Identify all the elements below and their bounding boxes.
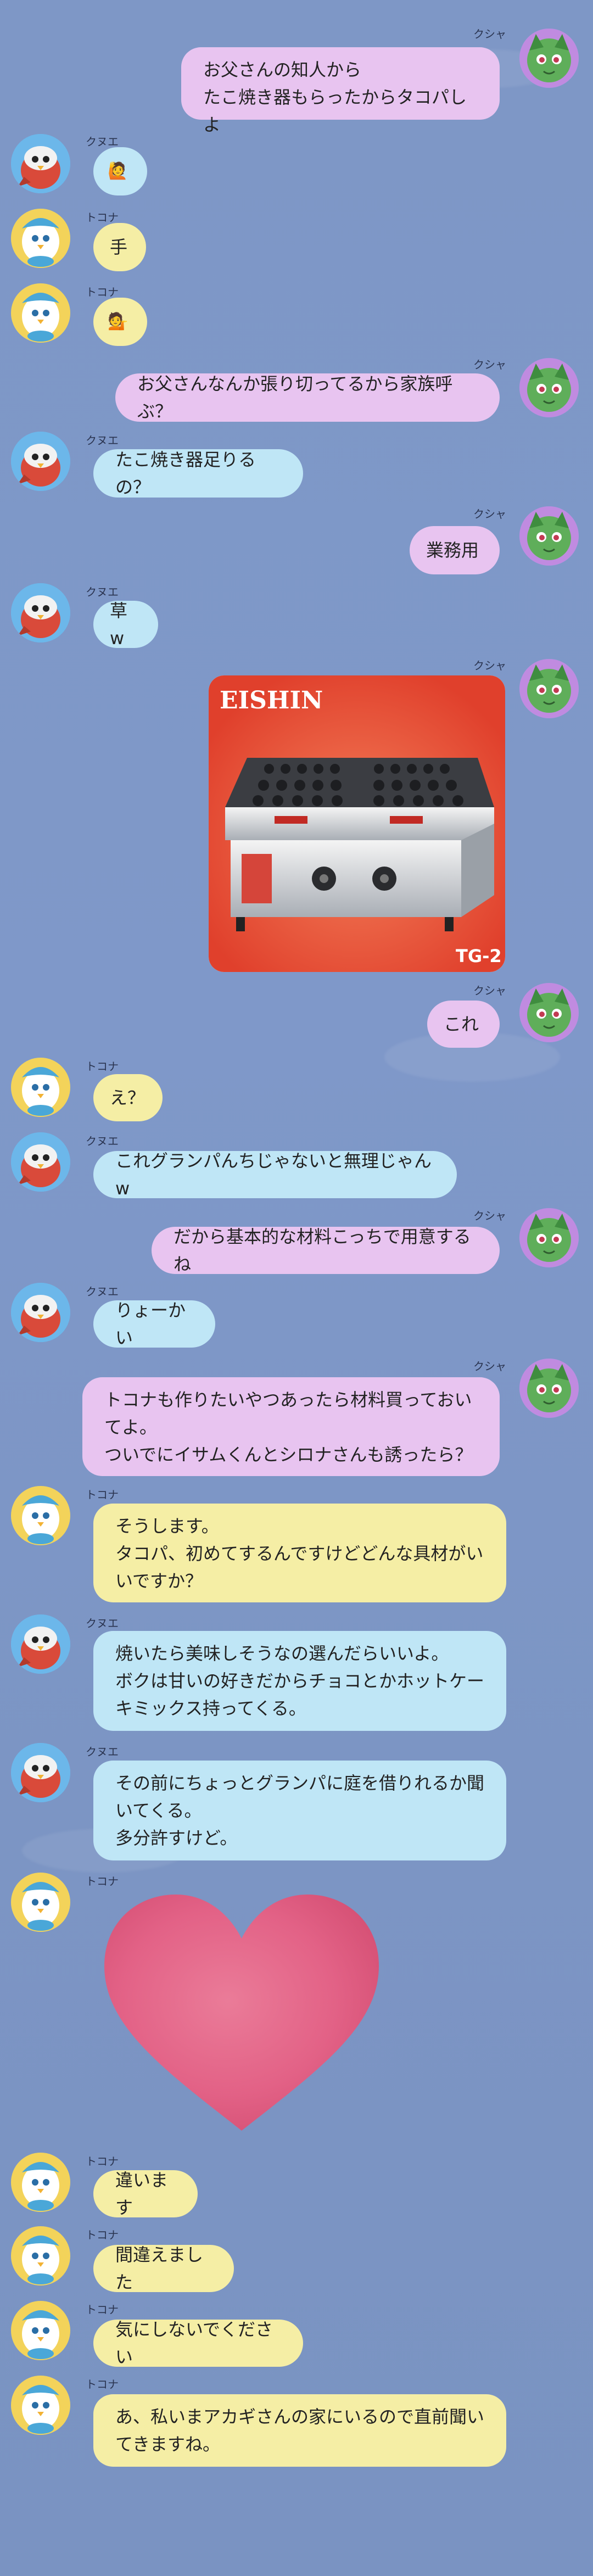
kuwe-avatar[interactable]: [11, 134, 70, 193]
message-bubble[interactable]: たこ焼き器足りるの？: [93, 449, 303, 498]
message-bubble[interactable]: 草w: [93, 600, 158, 649]
sender-name: クヌエ: [86, 434, 119, 447]
kuwe-avatar[interactable]: [11, 1614, 70, 1674]
kusha-avatar[interactable]: [519, 1359, 579, 1418]
message-bubble[interactable]: 手: [93, 223, 146, 271]
message-bubble[interactable]: 焼いたら美味しそうなの選んだらいいよ。 ボクは甘いの好きだからチョコとかホットケ…: [93, 1631, 506, 1731]
message-bubble[interactable]: だから基本的な材料こっちで用意するね: [152, 1226, 500, 1275]
sender-name: クシャ: [473, 1209, 506, 1222]
message-bubble[interactable]: え？: [93, 1074, 163, 1121]
photo-model: TG-2: [456, 946, 502, 966]
message-bubble[interactable]: これ: [427, 1001, 500, 1048]
tokona-avatar[interactable]: [11, 2376, 70, 2435]
sender-name: クシャ: [473, 27, 506, 41]
sender-name: クシャ: [473, 507, 506, 521]
sender-name: トコナ: [86, 211, 119, 224]
kusha-avatar[interactable]: [519, 358, 579, 417]
sender-name: トコナ: [86, 1875, 119, 1888]
tokona-avatar[interactable]: [11, 2301, 70, 2360]
sender-name: トコナ: [86, 286, 119, 299]
sender-name: クヌエ: [86, 135, 119, 148]
sender-name: クシャ: [473, 984, 506, 997]
sender-name: クシャ: [473, 1360, 506, 1373]
sender-name: トコナ: [86, 1488, 119, 1501]
message-bubble[interactable]: 間違えました: [93, 2244, 234, 2293]
message-bubble[interactable]: 🙋: [93, 147, 147, 195]
message-bubble[interactable]: お父さんの知人から たこ焼き器もらったからタコパしよ: [181, 47, 500, 135]
sender-name: クヌエ: [86, 1745, 119, 1758]
message-bubble[interactable]: 業務用: [410, 526, 500, 574]
tokona-avatar[interactable]: [11, 1058, 70, 1117]
photo-brand: EISHIN: [220, 686, 323, 714]
kusha-avatar[interactable]: [519, 983, 579, 1042]
sender-name: クシャ: [473, 358, 506, 371]
message-bubble[interactable]: 気にしないでください: [93, 2319, 303, 2367]
sender-name: トコナ: [86, 2155, 119, 2168]
tokona-avatar[interactable]: [11, 2153, 70, 2212]
message-bubble[interactable]: お父さんなんか張り切ってるから家族呼ぶ？: [115, 373, 500, 422]
takoyaki-machine-photo[interactable]: EISHIN TG-2: [209, 675, 505, 972]
tokona-avatar[interactable]: [11, 283, 70, 343]
kuwe-avatar[interactable]: [11, 1283, 70, 1342]
tokona-avatar[interactable]: [11, 1873, 70, 1932]
sender-name: クヌエ: [86, 1285, 119, 1298]
message-bubble[interactable]: トコナも作りたいやつあったら材料買っておい てよ。 ついでにイサムくんとシロナさ…: [82, 1377, 500, 1476]
sender-name: クヌエ: [86, 1617, 119, 1630]
tokona-avatar[interactable]: [11, 2226, 70, 2286]
tokona-avatar[interactable]: [11, 1486, 70, 1545]
kusha-avatar[interactable]: [519, 659, 579, 718]
sender-name: トコナ: [86, 2303, 119, 2316]
kuwe-avatar[interactable]: [11, 432, 70, 491]
kuwe-avatar[interactable]: [11, 583, 70, 642]
kusha-avatar[interactable]: [519, 1208, 579, 1267]
sender-name: トコナ: [86, 2378, 119, 2391]
message-bubble[interactable]: あ、私いまアカギさんの家にいるので直前聞い てきますね。: [93, 2394, 506, 2467]
message-bubble[interactable]: その前にちょっとグランパに庭を借りれるか聞 いてくる。 多分許すけど。: [93, 1761, 506, 1860]
kusha-avatar[interactable]: [519, 506, 579, 566]
sender-name: クシャ: [473, 659, 506, 672]
message-bubble[interactable]: 違います: [93, 2170, 198, 2218]
sender-name: トコナ: [86, 2228, 119, 2242]
kuwe-avatar[interactable]: [11, 1743, 70, 1802]
message-bubble[interactable]: 💁: [93, 298, 147, 346]
kuwe-avatar[interactable]: [11, 1132, 70, 1192]
kusha-avatar[interactable]: [519, 29, 579, 88]
message-bubble[interactable]: そうします。 タコパ、初めてするんですけどどんな具材がい いですか？: [93, 1504, 506, 1602]
sender-name: クヌエ: [86, 1135, 119, 1148]
tokona-avatar[interactable]: [11, 209, 70, 268]
message-bubble[interactable]: これグランパんちじゃないと無理じゃんw: [93, 1150, 457, 1199]
sender-name: トコナ: [86, 1060, 119, 1073]
message-bubble[interactable]: りょーかい: [93, 1300, 215, 1348]
heart-sticker[interactable]: [99, 1889, 384, 2142]
